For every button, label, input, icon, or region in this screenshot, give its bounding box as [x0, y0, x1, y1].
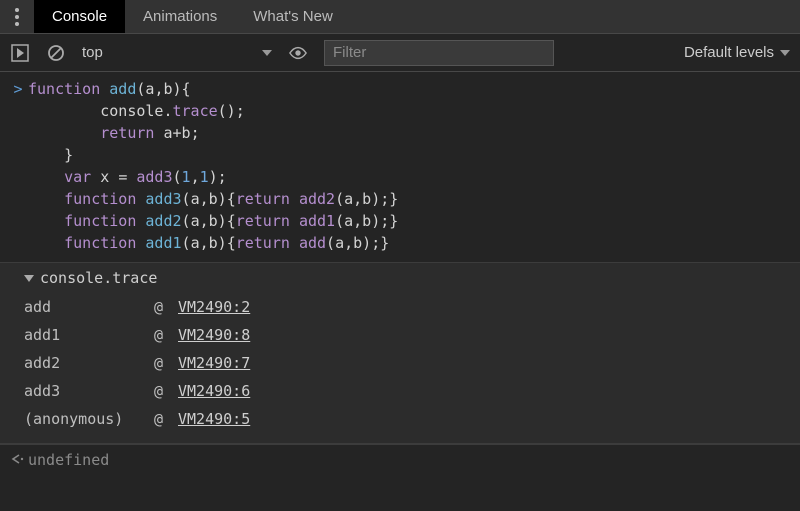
trace-row: (anonymous)@VM2490:5 — [24, 405, 792, 433]
trace-function-name: (anonymous) — [24, 405, 154, 433]
trace-at-symbol: @ — [154, 349, 178, 377]
input-prompt-icon: > — [8, 78, 28, 98]
output-prompt-icon — [8, 451, 28, 469]
trace-function-name: add3 — [24, 377, 154, 405]
console-trace-block: console.trace add@VM2490:2add1@VM2490:8a… — [0, 263, 800, 444]
output-value: undefined — [28, 451, 109, 469]
console-output-block: undefined — [0, 444, 800, 475]
execution-context-selector[interactable]: top — [82, 44, 272, 61]
execution-context-label: top — [82, 44, 103, 61]
clear-console-icon[interactable] — [46, 43, 66, 63]
trace-row: add@VM2490:2 — [24, 293, 792, 321]
filter-placeholder: Filter — [333, 44, 366, 61]
devtools-tabbar: ConsoleAnimationsWhat's New — [0, 0, 800, 34]
more-menu-icon[interactable] — [0, 0, 34, 33]
trace-source-link[interactable]: VM2490:8 — [178, 321, 250, 349]
trace-row: add2@VM2490:7 — [24, 349, 792, 377]
trace-source-link[interactable]: VM2490:6 — [178, 377, 250, 405]
trace-function-name: add2 — [24, 349, 154, 377]
log-levels-selector[interactable]: Default levels — [684, 44, 790, 61]
chevron-down-icon — [262, 50, 272, 56]
trace-header[interactable]: console.trace — [24, 269, 792, 287]
chevron-down-icon — [780, 50, 790, 56]
trace-source-link[interactable]: VM2490:2 — [178, 293, 250, 321]
trace-header-label: console.trace — [40, 269, 157, 287]
console-input-code[interactable]: function add(a,b){ console.trace(); retu… — [28, 78, 398, 254]
trace-source-link[interactable]: VM2490:5 — [178, 405, 250, 433]
execute-icon[interactable] — [10, 43, 30, 63]
trace-table: add@VM2490:2add1@VM2490:8add2@VM2490:7ad… — [24, 293, 792, 433]
trace-function-name: add1 — [24, 321, 154, 349]
console-input-block: > function add(a,b){ console.trace(); re… — [0, 72, 800, 263]
trace-row: add3@VM2490:6 — [24, 377, 792, 405]
trace-at-symbol: @ — [154, 377, 178, 405]
filter-input[interactable]: Filter — [324, 40, 554, 66]
trace-row: add1@VM2490:8 — [24, 321, 792, 349]
eye-icon[interactable] — [288, 43, 308, 63]
console-body: > function add(a,b){ console.trace(); re… — [0, 72, 800, 475]
trace-at-symbol: @ — [154, 321, 178, 349]
log-levels-label: Default levels — [684, 44, 774, 61]
trace-function-name: add — [24, 293, 154, 321]
disclosure-triangle-icon — [24, 275, 34, 282]
tab-what-s-new[interactable]: What's New — [235, 0, 351, 33]
tab-animations[interactable]: Animations — [125, 0, 235, 33]
trace-at-symbol: @ — [154, 293, 178, 321]
trace-at-symbol: @ — [154, 405, 178, 433]
trace-source-link[interactable]: VM2490:7 — [178, 349, 250, 377]
console-toolbar: top Filter Default levels — [0, 34, 800, 72]
tab-console[interactable]: Console — [34, 0, 125, 33]
